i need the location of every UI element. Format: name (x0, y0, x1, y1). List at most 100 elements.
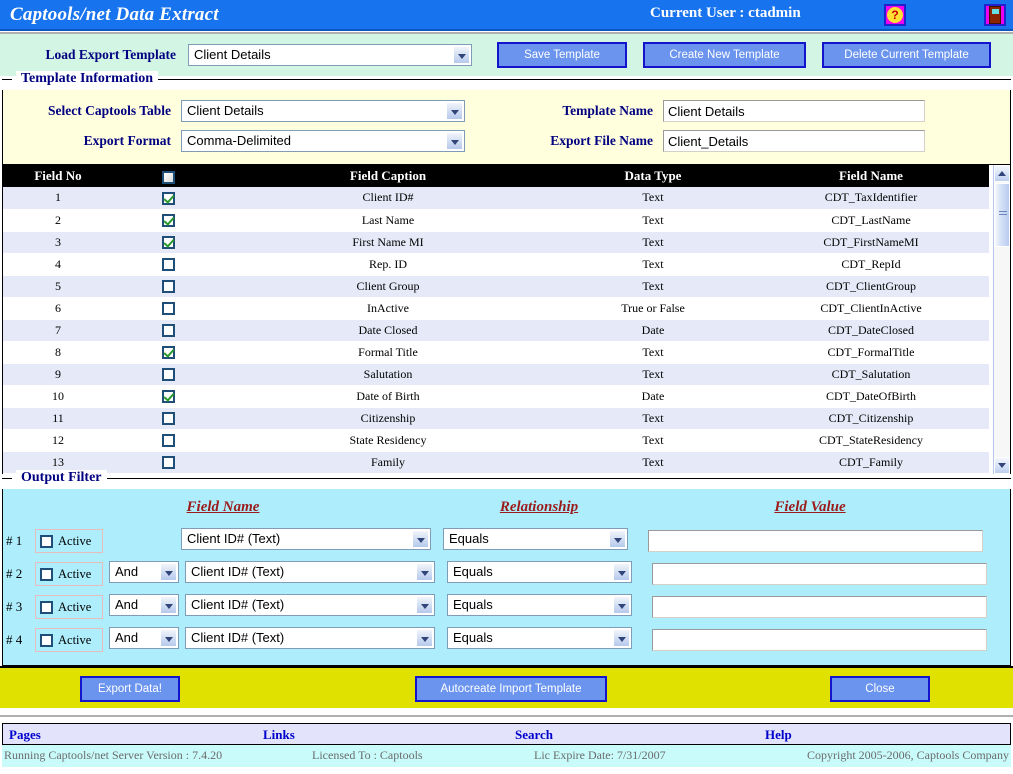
cell-select-checkbox[interactable] (113, 187, 223, 209)
chevron-down-icon[interactable] (416, 563, 433, 581)
filter-value-input-2[interactable] (652, 563, 987, 585)
chevron-down-icon[interactable] (160, 596, 177, 614)
filter-active-checkbox[interactable] (40, 535, 53, 548)
save-template-button[interactable]: Save Template (497, 42, 627, 68)
delete-current-template-button[interactable]: Delete Current Template (822, 42, 991, 68)
scroll-down-icon[interactable] (994, 457, 1010, 474)
col-header-select-all[interactable] (113, 165, 223, 187)
cell-select-checkbox[interactable] (113, 319, 223, 341)
select-all-checkbox[interactable] (162, 171, 175, 184)
chevron-down-icon[interactable] (412, 530, 429, 548)
col-header-data-type[interactable]: Data Type (553, 165, 753, 187)
col-header-field-name[interactable]: Field Name (753, 165, 989, 187)
row-checkbox[interactable] (162, 456, 175, 469)
chevron-down-icon[interactable] (613, 629, 630, 647)
row-checkbox[interactable] (162, 390, 175, 403)
cell-select-checkbox[interactable] (113, 363, 223, 385)
filter-active-checkbox[interactable] (40, 634, 53, 647)
filter-active-checkbox[interactable] (40, 568, 53, 581)
nav-link-search[interactable]: Search (515, 727, 553, 743)
table-row[interactable]: 8Formal TitleTextCDT_FormalTitle (3, 341, 989, 363)
load-export-template-select[interactable]: Client Details (188, 44, 472, 66)
table-row[interactable]: 11CitizenshipTextCDT_Citizenship (3, 407, 989, 429)
field-grid-scrollbar[interactable] (993, 165, 1010, 474)
filter-field-select-3[interactable]: Client ID# (Text) (185, 594, 435, 616)
filter-value-input-1[interactable] (648, 530, 983, 552)
row-checkbox[interactable] (162, 258, 175, 271)
row-checkbox[interactable] (162, 346, 175, 359)
chevron-down-icon[interactable] (446, 102, 463, 120)
help-question-icon[interactable]: ? (884, 4, 906, 26)
filter-conjunction-select-3[interactable]: And (109, 594, 179, 616)
row-checkbox[interactable] (162, 302, 175, 315)
filter-active-toggle-2[interactable]: Active (35, 562, 103, 586)
autocreate-import-template-button[interactable]: Autocreate Import Template (415, 676, 607, 702)
cell-select-checkbox[interactable] (113, 275, 223, 297)
filter-relationship-select-4[interactable]: Equals (447, 627, 632, 649)
export-data-button[interactable]: Export Data! (80, 676, 180, 702)
filter-conjunction-select-4[interactable]: And (109, 627, 179, 649)
export-format-select[interactable]: Comma-Delimited (181, 130, 465, 152)
filter-value-input-3[interactable] (652, 596, 987, 618)
cell-select-checkbox[interactable] (113, 451, 223, 473)
filter-active-toggle-1[interactable]: Active (35, 529, 103, 553)
cell-select-checkbox[interactable] (113, 429, 223, 451)
row-checkbox[interactable] (162, 214, 175, 227)
export-file-name-input[interactable]: Client_Details (663, 130, 925, 152)
table-row[interactable]: 7Date ClosedDateCDT_DateClosed (3, 319, 989, 341)
nav-link-pages[interactable]: Pages (9, 727, 41, 743)
table-row[interactable]: 13FamilyTextCDT_Family (3, 451, 989, 473)
cell-select-checkbox[interactable] (113, 407, 223, 429)
table-row[interactable]: 3First Name MITextCDT_FirstNameMI (3, 231, 989, 253)
chevron-down-icon[interactable] (613, 563, 630, 581)
cell-select-checkbox[interactable] (113, 231, 223, 253)
row-checkbox[interactable] (162, 192, 175, 205)
row-checkbox[interactable] (162, 412, 175, 425)
table-row[interactable]: 9SalutationTextCDT_Salutation (3, 363, 989, 385)
filter-field-select-4[interactable]: Client ID# (Text) (185, 627, 435, 649)
chevron-down-icon[interactable] (453, 46, 470, 64)
create-new-template-button[interactable]: Create New Template (643, 42, 806, 68)
filter-relationship-select-1[interactable]: Equals (443, 528, 628, 550)
table-row[interactable]: 5Client GroupTextCDT_ClientGroup (3, 275, 989, 297)
filter-field-select-1[interactable]: Client ID# (Text) (181, 528, 431, 550)
table-row[interactable]: 6InActiveTrue or FalseCDT_ClientInActive (3, 297, 989, 319)
nav-link-links[interactable]: Links (263, 727, 295, 743)
chevron-down-icon[interactable] (160, 563, 177, 581)
filter-value-input-4[interactable] (652, 629, 987, 651)
chevron-down-icon[interactable] (416, 629, 433, 647)
row-checkbox[interactable] (162, 368, 175, 381)
chevron-down-icon[interactable] (609, 530, 626, 548)
scroll-up-icon[interactable] (994, 165, 1010, 182)
template-name-input[interactable]: Client Details (663, 100, 925, 122)
row-checkbox[interactable] (162, 236, 175, 249)
filter-active-toggle-3[interactable]: Active (35, 595, 103, 619)
chevron-down-icon[interactable] (446, 132, 463, 150)
chevron-down-icon[interactable] (613, 596, 630, 614)
filter-conjunction-select-2[interactable]: And (109, 561, 179, 583)
select-captools-table-select[interactable]: Client Details (181, 100, 465, 122)
filter-field-select-2[interactable]: Client ID# (Text) (185, 561, 435, 583)
row-checkbox[interactable] (162, 280, 175, 293)
row-checkbox[interactable] (162, 324, 175, 337)
col-header-field-caption[interactable]: Field Caption (223, 165, 553, 187)
chevron-down-icon[interactable] (160, 629, 177, 647)
scrollbar-thumb[interactable] (994, 183, 1010, 247)
filter-active-toggle-4[interactable]: Active (35, 628, 103, 652)
close-button[interactable]: Close (830, 676, 930, 702)
filter-active-checkbox[interactable] (40, 601, 53, 614)
table-row[interactable]: 10Date of BirthDateCDT_DateOfBirth (3, 385, 989, 407)
cell-select-checkbox[interactable] (113, 341, 223, 363)
chevron-down-icon[interactable] (416, 596, 433, 614)
nav-link-help[interactable]: Help (765, 727, 792, 743)
table-row[interactable]: 2Last NameTextCDT_LastName (3, 209, 989, 231)
filter-relationship-select-2[interactable]: Equals (447, 561, 632, 583)
cell-select-checkbox[interactable] (113, 209, 223, 231)
col-header-field-no[interactable]: Field No (3, 165, 113, 187)
table-row[interactable]: 1Client ID#TextCDT_TaxIdentifier (3, 187, 989, 209)
row-checkbox[interactable] (162, 434, 175, 447)
cell-select-checkbox[interactable] (113, 297, 223, 319)
exit-door-icon[interactable] (984, 4, 1006, 26)
cell-select-checkbox[interactable] (113, 385, 223, 407)
filter-relationship-select-3[interactable]: Equals (447, 594, 632, 616)
